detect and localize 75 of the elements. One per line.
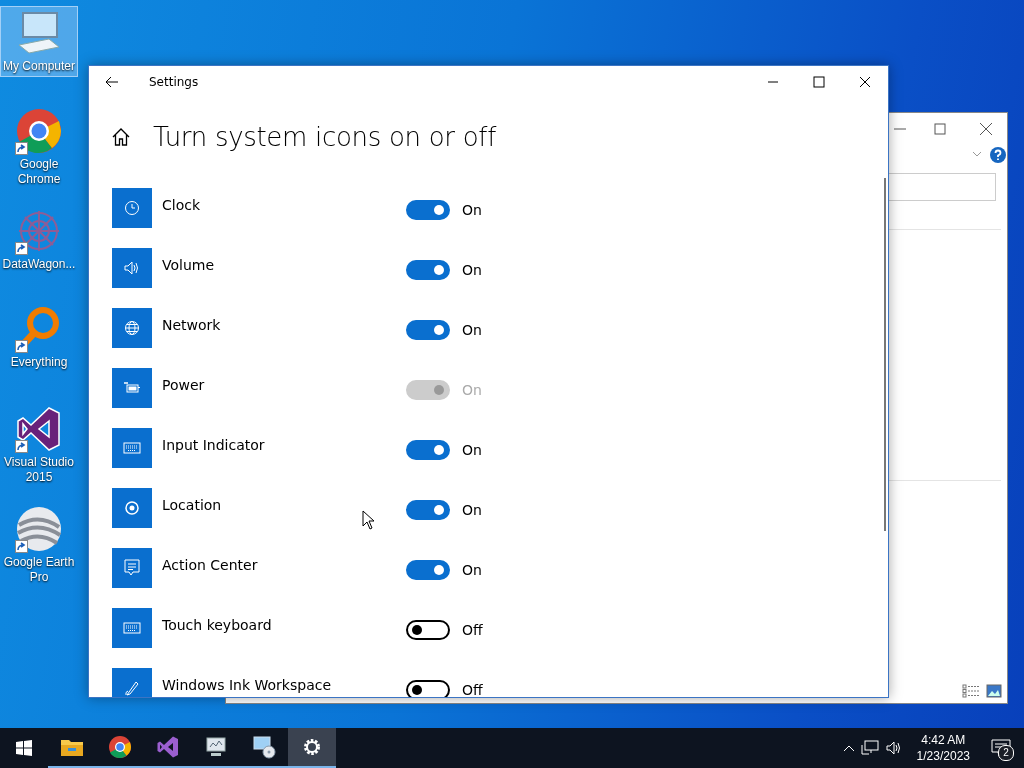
shortcut-arrow-icon <box>15 242 28 255</box>
chevron-up-icon[interactable] <box>842 744 855 752</box>
taskbar-app[interactable] <box>288 728 336 768</box>
desktop-icon[interactable]: DataWagon... <box>0 204 78 275</box>
target-icon <box>124 500 140 516</box>
infinity-logo-icon <box>15 405 63 453</box>
help-icon[interactable] <box>990 147 1006 163</box>
speaker-icon[interactable] <box>884 740 903 756</box>
toggle-switch[interactable] <box>406 500 450 520</box>
toggle-state: On <box>462 322 482 338</box>
speaker-icon <box>123 260 141 276</box>
toggle-switch[interactable] <box>406 440 450 460</box>
desktop-icon[interactable]: Visual Studio 2015 <box>0 402 78 488</box>
windows-logo-icon <box>16 740 32 756</box>
toggle-switch[interactable] <box>406 320 450 340</box>
toggle-state: On <box>462 262 482 278</box>
toggle-state: Off <box>462 622 483 638</box>
toggle-state: On <box>462 382 482 398</box>
shortcut-arrow-icon <box>15 540 28 553</box>
toggle-state: On <box>462 502 482 518</box>
setting-label: Windows Ink Workspace <box>162 677 333 693</box>
keyboard-icon <box>123 442 141 454</box>
clock[interactable]: 4:42 AM 1/23/2023 <box>908 732 978 764</box>
toggle-switch[interactable] <box>406 620 450 640</box>
toggle-state: On <box>462 202 482 218</box>
speech-bubble-icon <box>124 559 140 577</box>
toggle-state: On <box>462 442 482 458</box>
toggle-switch[interactable] <box>406 560 450 580</box>
desktop-icon[interactable]: Google Chrome <box>0 104 78 190</box>
toggle-switch[interactable] <box>406 260 450 280</box>
setting-label: Network <box>162 317 222 333</box>
notifications-button[interactable]: 2 <box>984 728 1018 768</box>
clock-icon <box>124 200 140 216</box>
notification-count: 2 <box>998 745 1014 761</box>
toggle-state: Off <box>462 682 483 697</box>
setting-label: Volume <box>162 257 216 273</box>
details-view-icon[interactable] <box>962 684 980 698</box>
desktop-icon[interactable]: My Computer <box>0 6 78 77</box>
toggle-state: On <box>462 562 482 578</box>
monitor-disc-icon <box>252 735 276 759</box>
page-heading: Turn system icons on or off <box>153 122 496 152</box>
setting-label: Location <box>162 497 223 513</box>
globe-icon <box>124 320 140 336</box>
keyboard-icon <box>123 622 141 634</box>
infinity-logo-icon <box>156 735 180 759</box>
battery-icon <box>123 381 141 395</box>
maximize-icon <box>813 76 825 88</box>
folder-icon <box>60 737 84 757</box>
scrollbar[interactable] <box>884 178 886 531</box>
clock-time: 4:42 AM <box>921 732 966 748</box>
shortcut-arrow-icon <box>15 440 28 453</box>
shortcut-arrow-icon <box>15 142 28 155</box>
gear-icon <box>301 736 323 758</box>
setting-label: Clock <box>162 197 202 213</box>
setting-label: Power <box>162 377 206 393</box>
chrome-icon <box>108 735 132 759</box>
close-icon <box>859 76 871 88</box>
preview-pane-icon[interactable] <box>986 684 1002 698</box>
home-icon[interactable] <box>111 127 131 147</box>
window-title: Settings <box>149 75 200 89</box>
toggle-switch[interactable] <box>406 680 450 697</box>
back-arrow-icon <box>105 76 119 88</box>
setting-label: Input Indicator <box>162 437 266 453</box>
desktop-icon[interactable]: Everything <box>0 302 78 373</box>
shortcut-arrow-icon <box>15 340 28 353</box>
chrome-icon <box>15 107 63 155</box>
setting-label: Action Center <box>162 557 259 573</box>
desktop-icon[interactable]: Google Earth Pro <box>0 502 78 588</box>
globe-icon <box>15 505 63 553</box>
toggle-switch[interactable] <box>406 200 450 220</box>
clock-date: 1/23/2023 <box>916 748 970 764</box>
setting-label: Touch keyboard <box>162 617 273 633</box>
mouse-cursor-icon <box>362 510 376 530</box>
monitor-icon <box>204 736 228 758</box>
network-icon[interactable] <box>860 740 879 756</box>
